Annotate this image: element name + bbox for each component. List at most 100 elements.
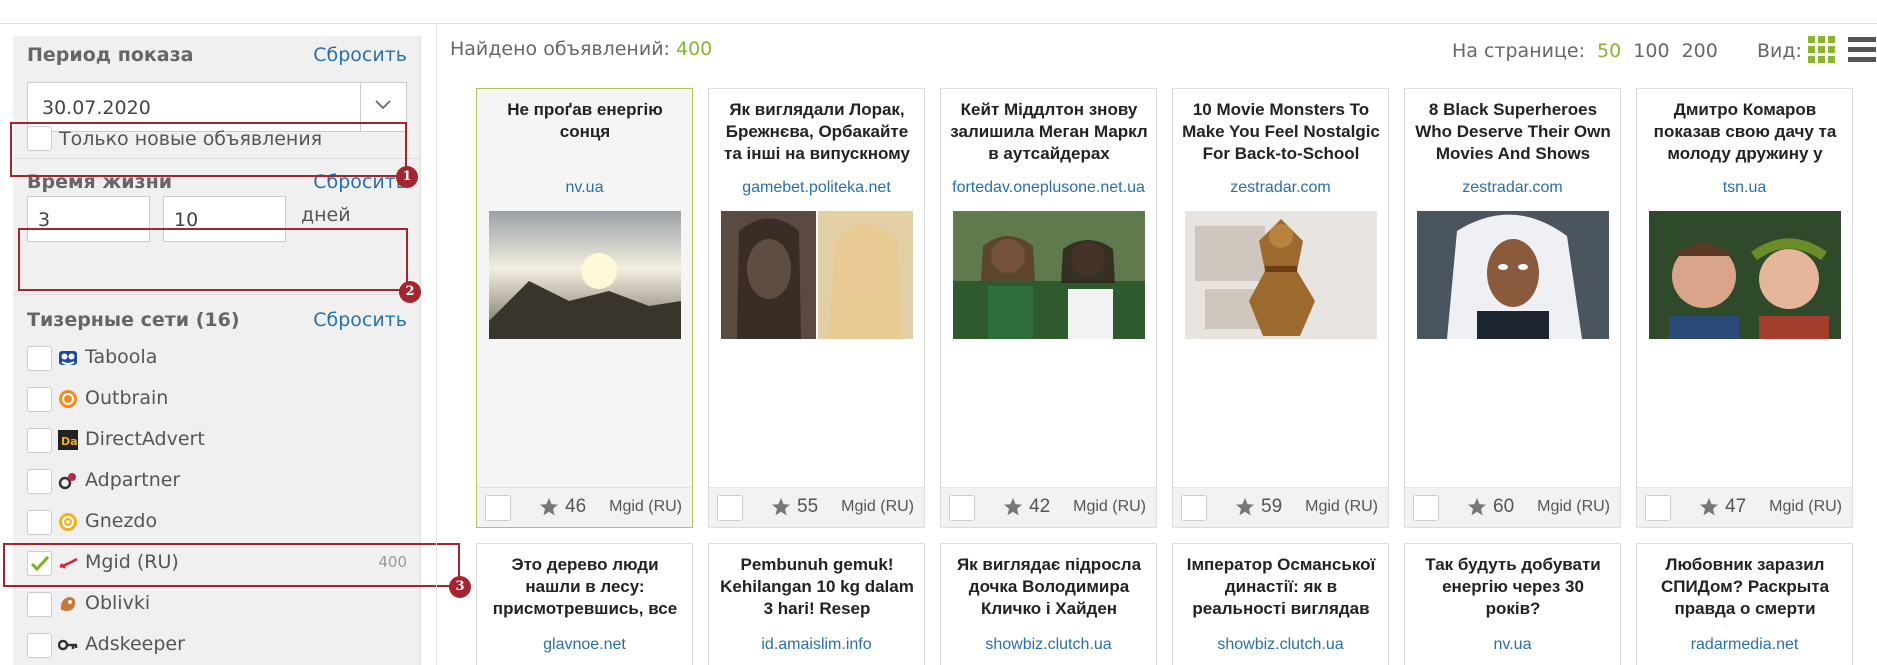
ad-card[interactable]: Як виглядали Лорак, Брежнєва, Орбакайте … (708, 88, 925, 528)
ad-card-title: Это дерево люди нашли в лесу: присмотрев… (492, 555, 678, 618)
ad-rating: 59 (1261, 496, 1283, 517)
network-name: DirectAdvert (85, 428, 205, 450)
ad-select-checkbox[interactable] (1181, 495, 1207, 521)
networks-filter-header: Тизерные сети (16) Сбросить (27, 309, 407, 335)
gnezdo-icon (59, 513, 77, 531)
ad-card[interactable]: Як виглядає підросла дочка Володимира Кл… (940, 543, 1157, 665)
ad-card-source[interactable]: fortedav.oneplusone.net.ua (941, 179, 1156, 197)
annotation-badge-2: 2 (399, 281, 421, 303)
star-icon[interactable] (539, 497, 559, 517)
network-checkbox[interactable] (27, 346, 52, 371)
ad-card-footer: 46 Mgid (RU) (477, 487, 692, 527)
ad-card-footer: 60 Mgid (RU) (1405, 487, 1620, 527)
ad-select-checkbox[interactable] (485, 495, 511, 521)
ad-card-title: Pembunuh gemuk! Kehilangan 10 kg dalam 3… (720, 555, 914, 618)
ad-card-source[interactable]: radarmedia.net (1637, 636, 1852, 654)
results-label: Найдено объявлений: (450, 38, 670, 60)
ad-select-checkbox[interactable] (1413, 495, 1439, 521)
ad-card-source[interactable]: nv.ua (477, 179, 692, 197)
network-name: Outbrain (85, 387, 169, 409)
ad-card[interactable]: Не проґав енергію сонця nv.ua 46 Mgid (R… (476, 88, 693, 528)
ad-card-title: Як виглядали Лорак, Брежнєва, Орбакайте … (724, 100, 910, 163)
ad-card[interactable]: Кейт Міддлтон знову залишила Меган Маркл… (940, 88, 1157, 528)
star-icon[interactable] (1003, 497, 1023, 517)
ad-card-source[interactable]: zestradar.com (1173, 179, 1388, 197)
ad-card-image (953, 211, 1145, 339)
network-row-adskeeper[interactable]: Adskeeper (27, 631, 407, 661)
grid-view-icon[interactable] (1808, 36, 1836, 64)
networks-filter-title: Тизерные сети (16) (27, 309, 240, 331)
ad-card[interactable]: Это дерево люди нашли в лесу: присмотрев… (476, 543, 693, 665)
results-count: Найдено объявлений: 400 (450, 38, 712, 60)
ad-card-source[interactable]: id.amaislim.info (709, 636, 924, 654)
star-icon[interactable] (1235, 497, 1255, 517)
ad-network: Mgid (RU) (1073, 498, 1146, 515)
ad-card-title: Імператор Османської династії: як в реал… (1186, 555, 1376, 618)
per-page-label: На странице: (1452, 40, 1585, 62)
network-name: Adpartner (85, 469, 181, 491)
ad-rating: 55 (797, 496, 819, 517)
network-row-adpartner[interactable]: Adpartner (27, 467, 407, 497)
annotation-badge-1: 1 (396, 166, 418, 188)
star-icon[interactable] (771, 497, 791, 517)
ad-network: Mgid (RU) (609, 498, 682, 515)
network-checkbox[interactable] (27, 510, 52, 535)
ad-card-title: 10 Movie Monsters To Make You Feel Nosta… (1182, 100, 1380, 163)
ad-network: Mgid (RU) (841, 498, 914, 515)
network-row-outbrain[interactable]: Outbrain (27, 385, 407, 415)
per-page-option-100[interactable]: 100 (1633, 40, 1669, 62)
network-checkbox[interactable] (27, 592, 52, 617)
network-checkbox[interactable] (27, 387, 52, 412)
chevron-down-icon (375, 100, 391, 110)
ad-card-title: Так будуть добувати енергію через 30 рок… (1425, 555, 1601, 618)
list-view-icon[interactable] (1848, 36, 1876, 64)
ad-card[interactable]: Любовник заразил СПИДом? Раскрыта правда… (1636, 543, 1853, 665)
svg-text:Da: Da (61, 435, 78, 448)
outbrain-icon (59, 390, 77, 408)
network-checkbox[interactable] (27, 428, 52, 453)
ad-card-source[interactable]: tsn.ua (1637, 179, 1852, 197)
network-row-oblivki[interactable]: Oblivki (27, 590, 407, 620)
ad-card-title: Як виглядає підросла дочка Володимира Кл… (956, 555, 1142, 618)
network-name: Gnezdo (85, 510, 158, 532)
networks-reset-link[interactable]: Сбросить (313, 309, 407, 331)
annotation-highlight-2 (18, 228, 408, 291)
ad-card-source[interactable]: gamebet.politeka.net (709, 179, 924, 197)
ad-card-source[interactable]: zestradar.com (1405, 179, 1620, 197)
ad-card-image (1417, 211, 1609, 339)
ad-card[interactable]: Дмитро Комаров показав свою дачу та моло… (1636, 88, 1853, 528)
star-icon[interactable] (1699, 497, 1719, 517)
per-page-selector: На странице: 50 100 200 (1452, 40, 1718, 62)
network-checkbox[interactable] (27, 633, 52, 658)
per-page-option-50[interactable]: 50 (1597, 40, 1621, 62)
network-name: Adskeeper (85, 633, 185, 655)
ad-select-checkbox[interactable] (949, 495, 975, 521)
divider (13, 294, 421, 295)
column-divider (436, 24, 437, 665)
annotation-highlight-1 (10, 122, 407, 177)
ad-card-source[interactable]: glavnoe.net (477, 636, 692, 654)
ad-card[interactable]: Pembunuh gemuk! Kehilangan 10 kg dalam 3… (708, 543, 925, 665)
ad-card[interactable]: 10 Movie Monsters To Make You Feel Nosta… (1172, 88, 1389, 528)
adpartner-icon (58, 473, 76, 490)
per-page-option-200[interactable]: 200 (1682, 40, 1718, 62)
ad-rating: 47 (1725, 496, 1747, 517)
ad-card-footer: 59 Mgid (RU) (1173, 487, 1388, 527)
ad-card-source[interactable]: nv.ua (1405, 636, 1620, 654)
network-row-taboola[interactable]: Taboola (27, 344, 407, 374)
network-row-directadvert[interactable]: Da DirectAdvert (27, 426, 407, 456)
ad-card-title: Любовник заразил СПИДом? Раскрыта правда… (1660, 555, 1830, 618)
ad-select-checkbox[interactable] (717, 495, 743, 521)
ad-card-source[interactable]: showbiz.clutch.ua (1173, 636, 1388, 654)
network-row-gnezdo[interactable]: Gnezdo (27, 508, 407, 538)
period-filter-header: Период показа Сбросить (27, 44, 407, 70)
ad-card[interactable]: Так будуть добувати енергію через 30 рок… (1404, 543, 1621, 665)
ad-card[interactable]: 8 Black Superheroes Who Deserve Their Ow… (1404, 88, 1621, 528)
ad-card-source[interactable]: showbiz.clutch.ua (941, 636, 1156, 654)
ad-select-checkbox[interactable] (1645, 495, 1671, 521)
annotation-highlight-3 (3, 543, 460, 587)
star-icon[interactable] (1467, 497, 1487, 517)
period-reset-link[interactable]: Сбросить (313, 44, 407, 66)
network-checkbox[interactable] (27, 469, 52, 494)
ad-card[interactable]: Імператор Османської династії: як в реал… (1172, 543, 1389, 665)
